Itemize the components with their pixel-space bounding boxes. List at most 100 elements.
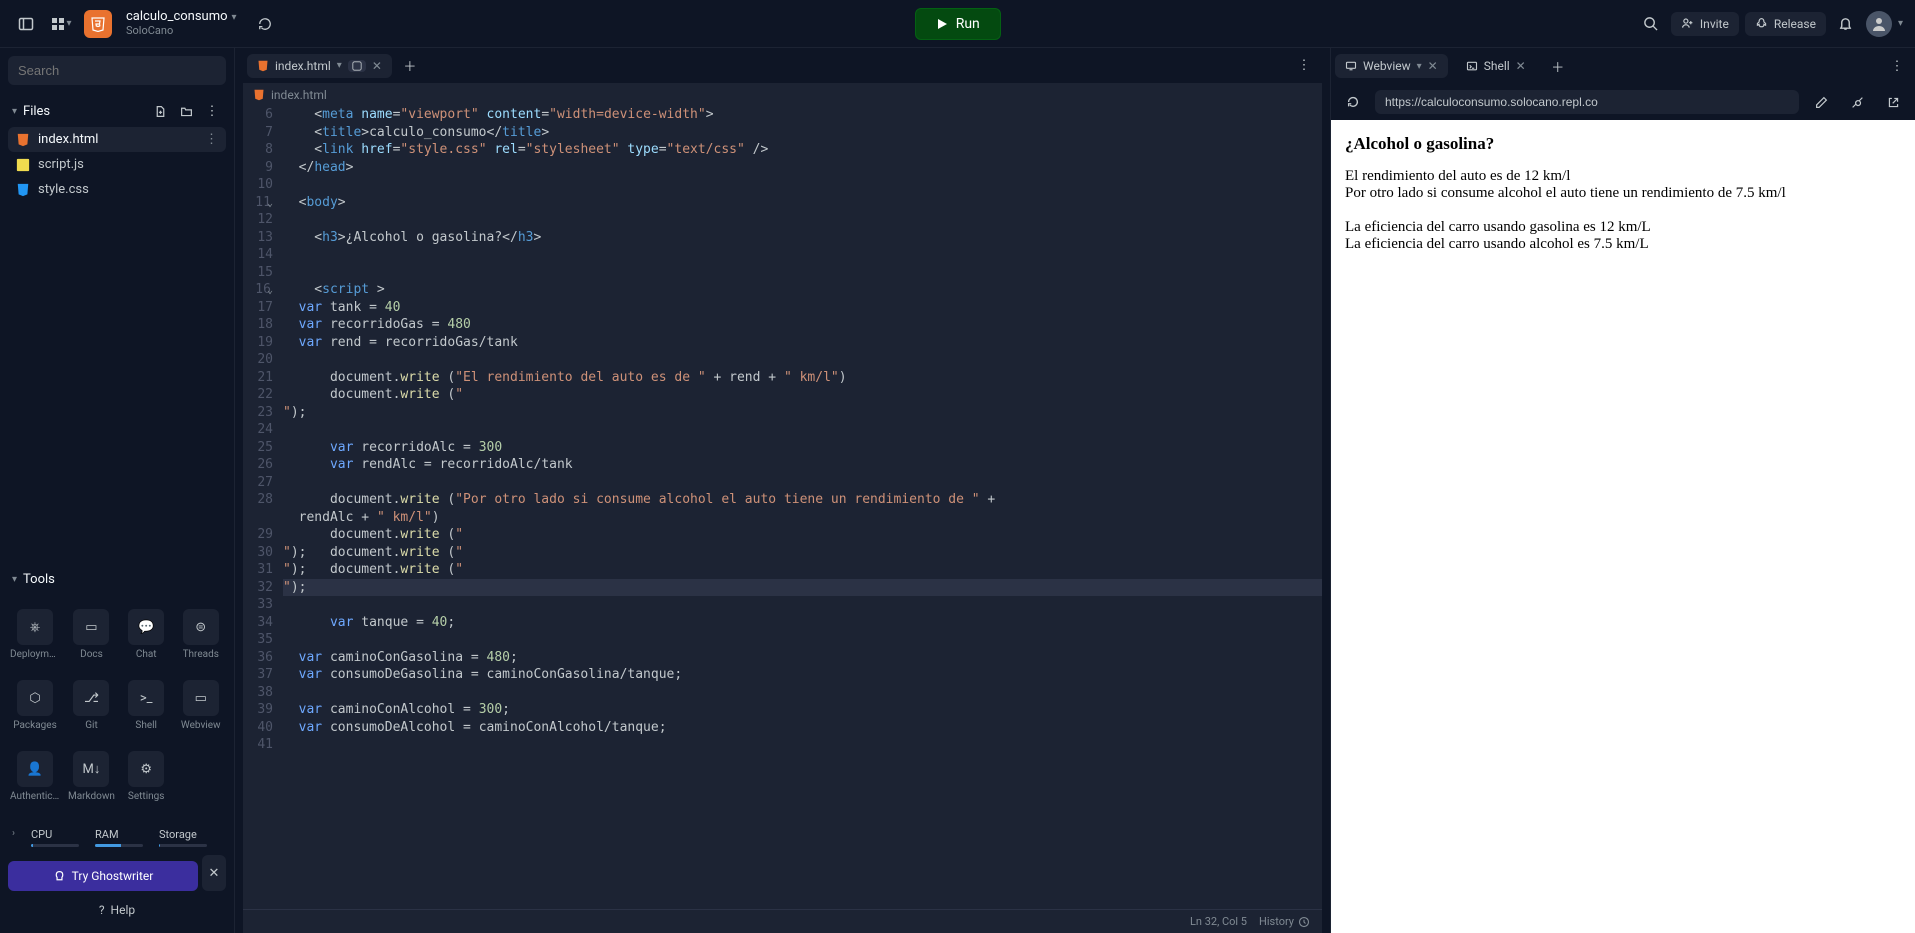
output-heading: ¿Alcohol o gasolina? bbox=[1345, 134, 1901, 154]
new-folder-icon[interactable] bbox=[176, 101, 196, 121]
webview-content: ¿Alcohol o gasolina? El rendimiento del … bbox=[1331, 120, 1915, 933]
editor-status-bar: Ln 32, Col 5 History bbox=[243, 909, 1322, 933]
output-pane: Webview ▾ ✕ Shell ✕ ＋ ⋮ bbox=[1330, 48, 1915, 933]
tab-close-icon[interactable]: ✕ bbox=[1516, 59, 1526, 73]
tool-chat[interactable]: 💬 Chat bbox=[121, 601, 172, 668]
topbar: ▾ calculo_consumo▾ SoloCano Run Invite bbox=[0, 0, 1915, 48]
terminal-icon bbox=[1466, 60, 1478, 72]
tool-label: Packages bbox=[13, 720, 57, 731]
tool-icon: ▭ bbox=[73, 609, 109, 645]
ghostwriter-close-icon[interactable]: ✕ bbox=[202, 855, 226, 891]
monitor-icon bbox=[1345, 60, 1357, 72]
tool-icon: 💬 bbox=[128, 609, 164, 645]
reload-webview-icon[interactable] bbox=[1339, 88, 1367, 116]
tool-label: Webview bbox=[181, 720, 221, 731]
open-new-tab-icon[interactable] bbox=[1879, 88, 1907, 116]
editor-tab-index-html[interactable]: index.html ▾ ✕ bbox=[247, 54, 392, 78]
tool-label: Git bbox=[85, 720, 98, 731]
repl-lang-badge bbox=[84, 10, 112, 38]
sidebar-toggle-icon[interactable] bbox=[12, 10, 40, 38]
output-tab-shell[interactable]: Shell ✕ bbox=[1456, 54, 1536, 78]
output-more-icon[interactable]: ⋮ bbox=[1883, 52, 1911, 80]
html-file-icon bbox=[253, 89, 265, 101]
resource-usage[interactable]: › CPU RAM Storage bbox=[8, 820, 226, 855]
tools-section-header[interactable]: ▾ Tools bbox=[8, 566, 226, 593]
tool-webview[interactable]: ▭ Webview bbox=[175, 672, 226, 739]
tool-icon: 👤 bbox=[17, 751, 53, 787]
output-text-line: La eficiencia del carro usando gasolina … bbox=[1345, 219, 1901, 236]
tool-packages[interactable]: ⬡ Packages bbox=[8, 672, 62, 739]
ai-indicator-icon[interactable] bbox=[348, 60, 366, 72]
tool-label: Shell bbox=[135, 720, 157, 731]
tool-git[interactable]: ⎇ Git bbox=[66, 672, 117, 739]
tool-label: Markdown bbox=[68, 791, 115, 802]
editor-pane: index.html ▾ ✕ ＋ ⋮ index.html 67891011 ⌄… bbox=[243, 48, 1322, 933]
tool-icon: ⬡ bbox=[17, 680, 53, 716]
css-file-icon bbox=[16, 183, 30, 197]
output-tab-webview[interactable]: Webview ▾ ✕ bbox=[1335, 54, 1448, 78]
tool-icon: >_ bbox=[128, 680, 164, 716]
devtools-icon[interactable] bbox=[1843, 88, 1871, 116]
search-input[interactable] bbox=[8, 56, 226, 85]
tool-label: Settings bbox=[128, 791, 165, 802]
invite-button[interactable]: Invite bbox=[1671, 12, 1739, 36]
release-button[interactable]: Release bbox=[1745, 12, 1826, 36]
tool-label: Docs bbox=[80, 649, 103, 660]
js-file-icon bbox=[16, 158, 30, 172]
search-icon[interactable] bbox=[1637, 10, 1665, 38]
sidebar: ▾ Files ⋮ index.html ⋮ script.js bbox=[0, 48, 235, 933]
tool-label: Chat bbox=[136, 649, 157, 660]
help-button[interactable]: ? Help bbox=[8, 895, 226, 925]
splitter[interactable] bbox=[235, 48, 243, 933]
file-more-icon[interactable]: ⋮ bbox=[205, 132, 218, 147]
tool-authenticati[interactable]: 👤 Authenticati... bbox=[8, 743, 62, 810]
tab-close-icon[interactable]: ✕ bbox=[372, 59, 382, 73]
tool-shell[interactable]: >_ Shell bbox=[121, 672, 172, 739]
html-file-icon bbox=[16, 133, 30, 147]
run-button[interactable]: Run bbox=[915, 8, 1001, 40]
file-item-style-css[interactable]: style.css bbox=[8, 177, 226, 202]
tool-icon: M↓ bbox=[73, 751, 109, 787]
ram-label: RAM bbox=[95, 828, 143, 841]
files-more-icon[interactable]: ⋮ bbox=[202, 101, 222, 121]
tool-deployments[interactable]: ⎈Deployments bbox=[8, 601, 62, 668]
tool-icon: ⎇ bbox=[73, 680, 109, 716]
output-text-line: El rendimiento del auto es de 12 km/l bbox=[1345, 168, 1901, 185]
tool-docs[interactable]: ▭ Docs bbox=[66, 601, 117, 668]
history-button[interactable]: History bbox=[1259, 915, 1310, 928]
user-avatar[interactable] bbox=[1866, 11, 1892, 37]
storage-label: Storage bbox=[159, 828, 207, 841]
file-item-index-html[interactable]: index.html ⋮ bbox=[8, 127, 226, 152]
repl-title[interactable]: calculo_consumo▾ bbox=[126, 10, 237, 24]
splitter[interactable] bbox=[1322, 48, 1330, 933]
tool-icon: ⎈ bbox=[17, 609, 53, 645]
new-tab-icon[interactable]: ＋ bbox=[396, 52, 424, 80]
breadcrumb[interactable]: index.html bbox=[243, 84, 1322, 106]
tool-label: Authenticati... bbox=[10, 791, 60, 802]
reload-repl-icon[interactable] bbox=[251, 10, 279, 38]
tool-icon: ⚙ bbox=[128, 751, 164, 787]
ghostwriter-button[interactable]: Try Ghostwriter bbox=[8, 861, 198, 891]
repl-owner[interactable]: SoloCano bbox=[126, 25, 237, 37]
code-editor[interactable]: 67891011 ⌄1213141516 ⌄171819202122232425… bbox=[243, 106, 1322, 909]
editor-more-icon[interactable]: ⋮ bbox=[1290, 52, 1318, 80]
cpu-label: CPU bbox=[31, 828, 79, 841]
html-file-icon bbox=[257, 60, 269, 72]
avatar-menu-chevron[interactable]: ▾ bbox=[1898, 18, 1903, 29]
edit-url-icon[interactable] bbox=[1807, 88, 1835, 116]
file-item-script-js[interactable]: script.js bbox=[8, 152, 226, 177]
files-section-header[interactable]: ▾ Files ⋮ bbox=[8, 95, 226, 127]
tool-markdown[interactable]: M↓ Markdown bbox=[66, 743, 117, 810]
new-tab-icon[interactable]: ＋ bbox=[1544, 52, 1572, 80]
notifications-icon[interactable] bbox=[1832, 10, 1860, 38]
tool-icon: ▭ bbox=[183, 680, 219, 716]
apps-icon[interactable]: ▾ bbox=[48, 10, 76, 38]
tool-settings[interactable]: ⚙ Settings bbox=[121, 743, 172, 810]
output-text-line: Por otro lado si consume alcohol el auto… bbox=[1345, 185, 1901, 202]
tool-label: Threads bbox=[183, 649, 219, 660]
tab-close-icon[interactable]: ✕ bbox=[1428, 59, 1438, 73]
cursor-position: Ln 32, Col 5 bbox=[1190, 915, 1247, 928]
webview-url-input[interactable] bbox=[1375, 90, 1799, 114]
tool-threads[interactable]: ⊜Threads bbox=[175, 601, 226, 668]
new-file-icon[interactable] bbox=[150, 101, 170, 121]
